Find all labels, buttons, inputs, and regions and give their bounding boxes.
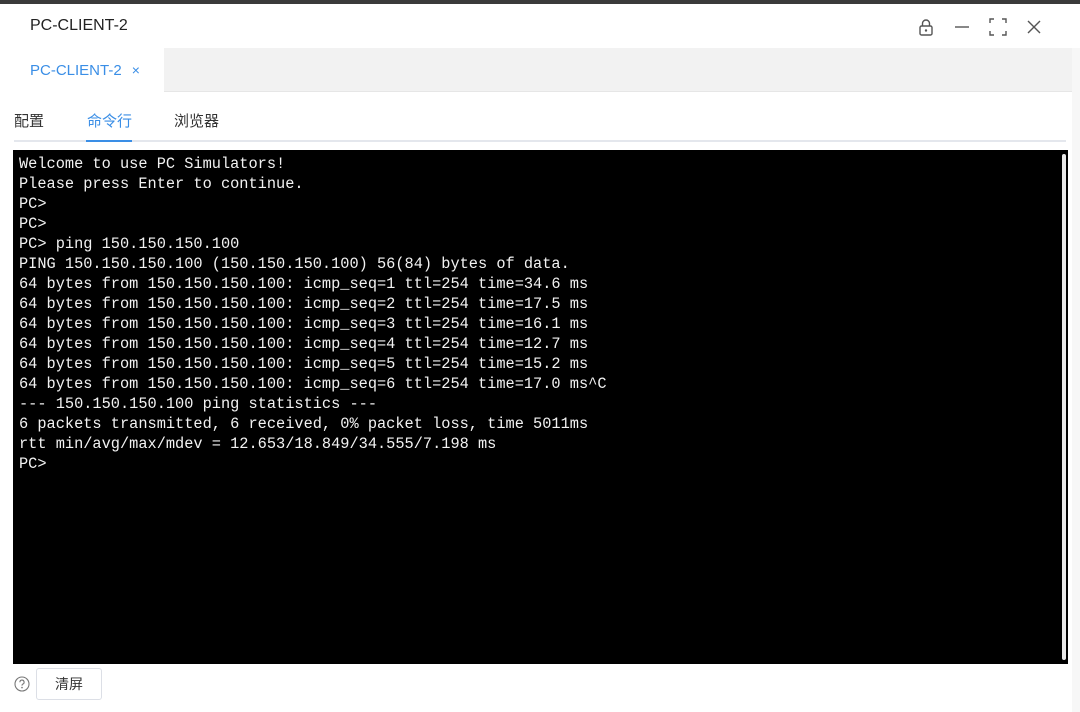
footer-bar: 清屏	[14, 668, 102, 700]
terminal-line: 64 bytes from 150.150.150.100: icmp_seq=…	[19, 335, 589, 353]
terminal-console[interactable]: Welcome to use PC Simulators! Please pres…	[13, 150, 1068, 664]
lock-icon[interactable]	[916, 17, 936, 37]
tab-browser[interactable]: 浏览器	[174, 110, 219, 131]
terminal-line: 64 bytes from 150.150.150.100: icmp_seq=…	[19, 295, 589, 313]
terminal-line: PC>	[19, 215, 47, 233]
terminal-line: PING 150.150.150.100 (150.150.150.100) 5…	[19, 255, 570, 273]
terminal-line: 64 bytes from 150.150.150.100: icmp_seq=…	[19, 275, 589, 293]
terminal-line: PC>	[19, 455, 47, 473]
title-bar: PC-CLIENT-2	[0, 8, 1080, 48]
terminal-line: 64 bytes from 150.150.150.100: icmp_seq=…	[19, 355, 589, 373]
terminal-line: Welcome to use PC Simulators!	[19, 155, 286, 173]
tab-close-icon[interactable]: ×	[132, 62, 140, 78]
terminal-line: 64 bytes from 150.150.150.100: icmp_seq=…	[19, 375, 607, 393]
minimize-icon[interactable]	[952, 17, 972, 37]
tab-command-line[interactable]: 命令行	[87, 110, 132, 131]
window-title: PC-CLIENT-2	[30, 17, 128, 34]
document-tab-pc-client-2[interactable]: PC-CLIENT-2 ×	[8, 48, 164, 92]
window-controls	[916, 17, 1044, 37]
window-right-edge	[1072, 48, 1080, 712]
terminal-line: PC>	[19, 195, 47, 213]
terminal-line: 6 packets transmitted, 6 received, 0% pa…	[19, 415, 589, 433]
sub-tabs: 配置 命令行 浏览器	[14, 104, 1066, 142]
clear-screen-button[interactable]: 清屏	[36, 668, 102, 700]
help-icon[interactable]	[14, 676, 30, 692]
tab-config[interactable]: 配置	[14, 110, 44, 131]
close-icon[interactable]	[1024, 17, 1044, 37]
document-tab-label: PC-CLIENT-2	[30, 61, 122, 79]
pc-client-window: PC-CLIENT-2 PC-CLIENT-2 × 配置 命令行 浏览器 Wel…	[0, 0, 1080, 712]
terminal-line: rtt min/avg/max/mdev = 12.653/18.849/34.…	[19, 435, 497, 453]
terminal-output: Welcome to use PC Simulators! Please pres…	[19, 154, 1062, 474]
terminal-scrollbar[interactable]	[1062, 154, 1066, 660]
terminal-line: Please press Enter to continue.	[19, 175, 304, 193]
terminal-line: PC> ping 150.150.150.100	[19, 235, 240, 253]
document-tab-strip: PC-CLIENT-2 ×	[8, 48, 1072, 92]
maximize-icon[interactable]	[988, 17, 1008, 37]
terminal-line: --- 150.150.150.100 ping statistics ---	[19, 395, 378, 413]
terminal-line: 64 bytes from 150.150.150.100: icmp_seq=…	[19, 315, 589, 333]
active-tab-indicator	[86, 140, 132, 142]
